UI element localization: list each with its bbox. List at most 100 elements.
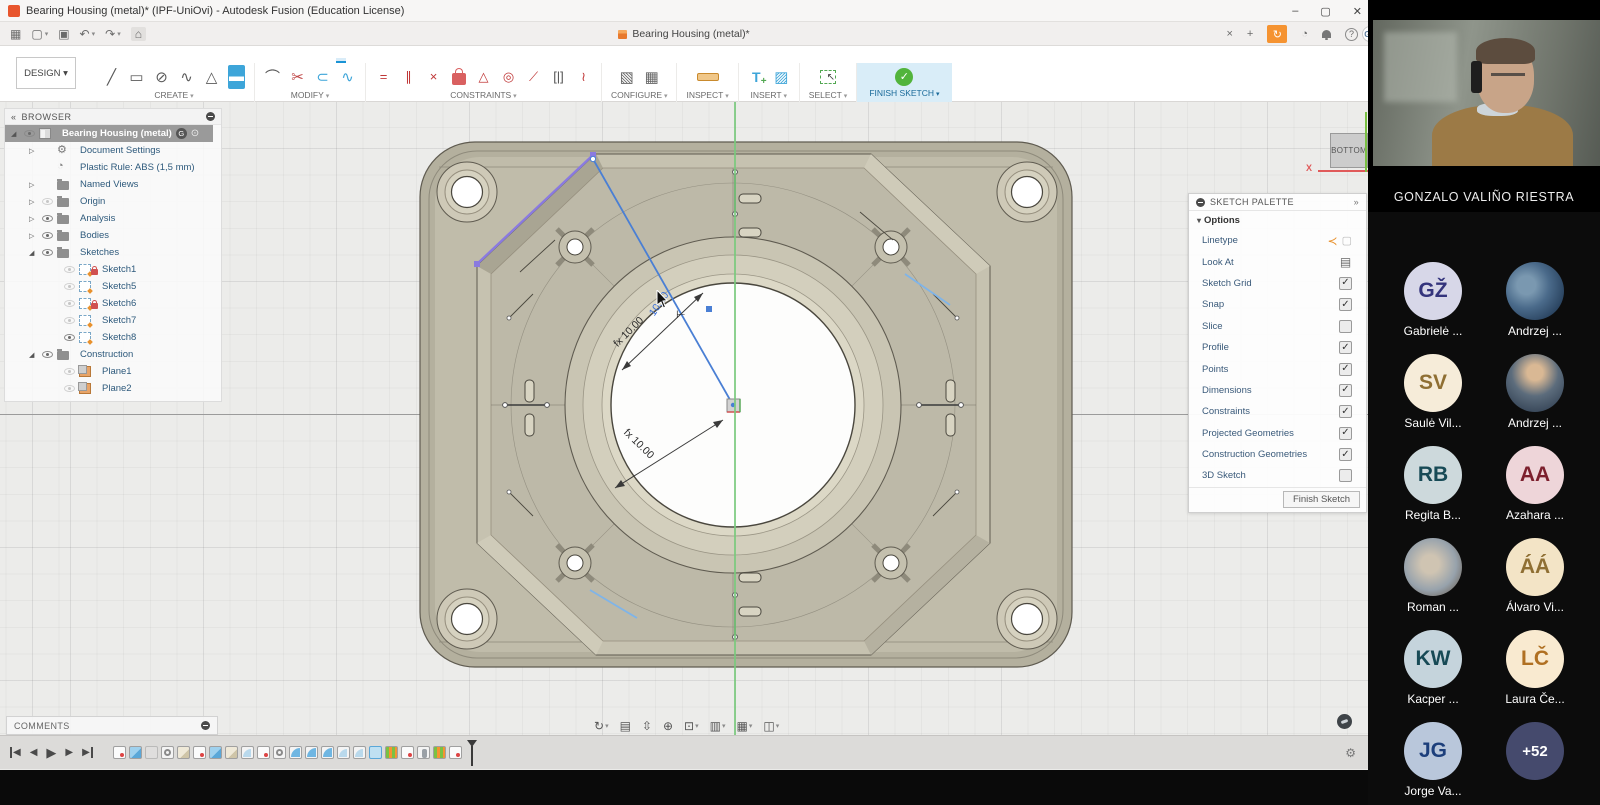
visibility-eye-icon[interactable] <box>42 249 53 256</box>
slot-tool[interactable]: ▬ <box>228 65 245 89</box>
visibility-eye-icon[interactable] <box>64 317 75 324</box>
option-control[interactable] <box>1339 384 1352 397</box>
document-tab[interactable]: Bearing Housing (metal)* <box>0 22 1368 46</box>
offset-tool[interactable]: ⊂ <box>314 65 331 89</box>
edit-spline-tool[interactable]: ∿ <box>339 65 356 89</box>
comments-bar[interactable]: COMMENTS <box>6 716 218 735</box>
undo-icon[interactable]: ↶ <box>80 27 96 41</box>
palette-handle-icon[interactable] <box>1196 198 1205 207</box>
save-icon[interactable]: ▣ <box>58 27 69 41</box>
visibility-eye-icon[interactable] <box>42 351 53 358</box>
perpendicular-constraint[interactable]: × <box>425 65 442 89</box>
visibility-eye-icon[interactable] <box>64 385 75 392</box>
participant-andrzej-2[interactable]: Andrzej ... <box>1484 354 1586 430</box>
browser-item-plane2[interactable]: Plane2 <box>5 380 221 397</box>
timeline-feature-icon[interactable] <box>289 746 302 759</box>
insert-fastener-icon[interactable]: T <box>748 65 765 89</box>
visibility-eye-icon[interactable] <box>42 198 53 205</box>
speaker-video-tile[interactable]: GONZALO VALIÑO RIESTRA <box>1368 0 1600 212</box>
data-panel-icon[interactable]: ▦ <box>10 27 21 41</box>
palette-expand-icon[interactable]: » <box>1354 197 1359 207</box>
browser-options-icon[interactable] <box>206 112 215 121</box>
timeline-feature-icon[interactable] <box>257 746 270 759</box>
browser-collapse-icon[interactable]: « <box>11 112 17 122</box>
notifications-bell-icon[interactable] <box>1322 30 1331 38</box>
timeline-feature-icon[interactable] <box>193 746 206 759</box>
fix-constraint[interactable] <box>450 65 467 89</box>
participant-roman[interactable]: Roman ... <box>1382 538 1484 614</box>
browser-item-sketch6[interactable]: Sketch6 <box>5 295 221 312</box>
browser-item-plastic-rule[interactable]: Plastic Rule: ABS (1,5 mm) <box>5 159 221 176</box>
create-dropdown[interactable]: CREATE <box>154 90 193 100</box>
timeline-feature-icon[interactable] <box>209 746 222 759</box>
configure-icon[interactable]: ▧ <box>618 65 635 89</box>
measure-icon[interactable] <box>697 65 719 89</box>
activate-component-icon[interactable]: ⊙ <box>191 128 199 139</box>
timeline-feature-icon[interactable] <box>177 746 190 759</box>
equal-constraint[interactable]: △ <box>475 65 492 89</box>
comments-options-icon[interactable] <box>201 721 210 730</box>
expander-icon[interactable] <box>29 351 38 359</box>
file-menu-icon[interactable]: ▢ <box>31 27 48 41</box>
tangent-constraint[interactable]: ⟋ <box>525 65 542 89</box>
browser-item-sketch1[interactable]: Sketch1 <box>5 261 221 278</box>
parallel-constraint[interactable]: ∥ <box>400 65 417 89</box>
expander-icon[interactable] <box>11 130 20 138</box>
finish-sketch-button[interactable]: ✓ FINISH SKETCH <box>857 63 951 102</box>
timeline-feature-icon[interactable] <box>129 746 142 759</box>
participant-gabriele[interactable]: GŽ Gabrielė ... <box>1382 262 1484 338</box>
look-at-icon[interactable]: ▤ <box>620 719 631 733</box>
expander-icon[interactable] <box>29 198 38 206</box>
browser-item-document-settings[interactable]: Document Settings <box>5 142 221 159</box>
visibility-eye-icon[interactable] <box>64 368 75 375</box>
minimize-button[interactable]: – <box>1292 5 1298 17</box>
browser-item-sketch7[interactable]: Sketch7 <box>5 312 221 329</box>
help-icon[interactable]: ? <box>1345 28 1358 41</box>
browser-item-plane1[interactable]: Plane1 <box>5 363 221 380</box>
rectangle-tool[interactable]: ▭ <box>128 65 145 89</box>
viewports-icon[interactable]: ◫ <box>763 719 779 733</box>
browser-item-analysis[interactable]: Analysis <box>5 210 221 227</box>
timeline-feature-icon[interactable] <box>273 746 286 759</box>
visibility-eye-icon[interactable] <box>24 130 35 137</box>
option-control[interactable] <box>1339 405 1352 418</box>
browser-item-named-views[interactable]: Named Views <box>5 176 221 193</box>
timeline-feature-icon[interactable] <box>417 746 430 759</box>
expander-icon[interactable] <box>29 147 38 155</box>
participant-andrzej-1[interactable]: Andrzej ... <box>1484 262 1586 338</box>
browser-item-sketches[interactable]: Sketches <box>5 244 221 261</box>
spline-tool[interactable]: ∿ <box>178 65 195 89</box>
visibility-eye-icon[interactable] <box>64 334 75 341</box>
timeline-feature-icon[interactable] <box>241 746 254 759</box>
tab-close-icon[interactable]: × <box>1226 28 1232 40</box>
expander-icon[interactable] <box>29 215 38 223</box>
timeline-feature-icon[interactable] <box>337 746 350 759</box>
circle-tool[interactable]: ⊘ <box>153 65 170 89</box>
option-control[interactable] <box>1339 298 1352 311</box>
option-control[interactable] <box>1339 341 1352 354</box>
model-canvas[interactable]: 10.00 fx 10.00 fx 10.00 ⊢ BOTTOM X « BRO… <box>0 102 1368 735</box>
participant-overflow-count[interactable]: +52 <box>1484 722 1586 798</box>
browser-item-construction[interactable]: Construction <box>5 346 221 363</box>
timeline-feature-icon[interactable] <box>449 746 462 759</box>
timeline-feature-icon[interactable] <box>145 746 158 759</box>
horizontal-vertical-constraint[interactable]: = <box>375 65 392 89</box>
timeline-feature-icon[interactable] <box>385 746 398 759</box>
option-control[interactable] <box>1318 234 1352 247</box>
participant-saule[interactable]: SV Saulė Vil... <box>1382 354 1484 430</box>
bearing-housing-part[interactable] <box>405 122 1085 682</box>
option-control[interactable] <box>1339 363 1352 376</box>
zoom-icon[interactable]: ⊕ <box>663 719 673 733</box>
timeline-marker[interactable] <box>467 740 477 766</box>
orbit-icon[interactable]: ↻ <box>594 719 609 733</box>
participant-regita[interactable]: RB Regita B... <box>1382 446 1484 522</box>
timeline-feature-icon[interactable] <box>225 746 238 759</box>
participant-laura[interactable]: LČ Laura Če... <box>1484 630 1586 706</box>
visibility-eye-icon[interactable] <box>42 232 53 239</box>
timeline-feature-icon[interactable] <box>113 746 126 759</box>
participant-jorge[interactable]: JG Jorge Va... <box>1382 722 1484 798</box>
option-control[interactable] <box>1339 320 1352 333</box>
visibility-eye-icon[interactable] <box>42 215 53 222</box>
insert-dropdown[interactable]: INSERT <box>751 90 788 100</box>
participant-alvaro[interactable]: ÁÁ Álvaro Vi... <box>1484 538 1586 614</box>
